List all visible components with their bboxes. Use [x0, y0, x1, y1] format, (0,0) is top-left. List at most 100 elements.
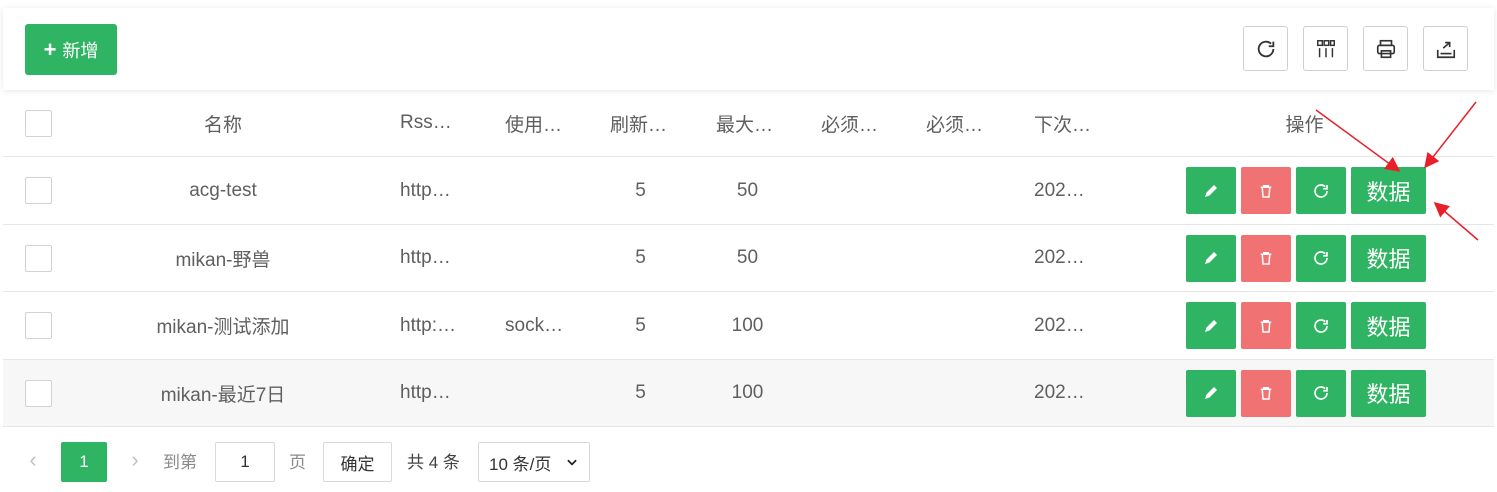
- header-use[interactable]: 使用…: [505, 90, 562, 156]
- header-refresh[interactable]: 刷新…: [610, 90, 667, 156]
- header-name[interactable]: 名称: [113, 90, 333, 156]
- pagination: ‹ 1 › 到第 1 页 确定 共 4 条 10 条/页: [3, 440, 1494, 484]
- cell-name: mikan-野兽: [175, 249, 271, 271]
- cell-max: 50: [736, 247, 759, 268]
- table-row: mikan-野兽 http… 5 50 202… 数据: [3, 225, 1494, 292]
- pencil-icon: [1205, 387, 1217, 399]
- row-select-cell: [3, 360, 63, 426]
- cell-next: 202…: [1034, 314, 1085, 336]
- pencil-icon: [1205, 252, 1217, 264]
- edit-button[interactable]: [1186, 167, 1236, 214]
- goto-page-input[interactable]: 1: [215, 442, 275, 482]
- refresh-icon: [1314, 183, 1328, 198]
- delete-button[interactable]: [1241, 302, 1291, 349]
- data-button[interactable]: 数据: [1351, 369, 1426, 417]
- edit-button[interactable]: [1186, 369, 1236, 417]
- page-unit-label: 页: [289, 452, 306, 472]
- page-size-value: 10 条/页: [489, 454, 552, 474]
- prev-page-icon[interactable]: ‹: [21, 440, 45, 480]
- cell-next: 202…: [1034, 382, 1085, 403]
- current-page-button[interactable]: 1: [61, 442, 107, 482]
- row-checkbox[interactable]: [25, 379, 52, 407]
- cell-refresh: 5: [635, 179, 646, 201]
- refresh-icon: [1314, 318, 1328, 333]
- add-button-label: 新增: [62, 40, 99, 61]
- cell-next: 202…: [1034, 179, 1085, 201]
- edit-button[interactable]: [1186, 234, 1236, 282]
- cell-name: mikan-最近7日: [160, 384, 286, 406]
- cell-rss: http…: [400, 382, 451, 403]
- table-row: mikan-最近7日 http… 5 100 202… 数据: [3, 360, 1494, 427]
- table-row: acg-test http… 5 50 202… 数据: [3, 157, 1494, 225]
- table-header: 名称 Rss… 使用… 刷新… 最大… 必须… 必须… 下次… 操作: [3, 90, 1494, 157]
- columns-button[interactable]: [1303, 26, 1348, 71]
- refresh-icon: [1257, 40, 1274, 57]
- cell-name: mikan-测试添加: [156, 317, 290, 338]
- cell-rss: http…: [400, 247, 451, 268]
- select-all-checkbox[interactable]: [25, 109, 52, 137]
- cell-max: 50: [736, 179, 759, 201]
- data-button[interactable]: 数据: [1351, 302, 1426, 349]
- header-operations: 操作: [1285, 114, 1324, 136]
- cell-max: 100: [731, 314, 764, 336]
- goto-label: 到第: [163, 452, 197, 472]
- table-row: mikan-测试添加 http:… sock… 5 100 202… 数据: [3, 292, 1494, 360]
- delete-button[interactable]: [1241, 167, 1291, 214]
- header-next[interactable]: 下次…: [1034, 90, 1091, 156]
- refresh-icon: [1314, 251, 1328, 265]
- page-size-select[interactable]: 10 条/页: [478, 442, 590, 482]
- row-checkbox[interactable]: [25, 177, 52, 204]
- pencil-icon: [1205, 184, 1217, 197]
- trash-icon: [1260, 184, 1272, 198]
- reload-button[interactable]: [1296, 369, 1346, 417]
- header-must-1[interactable]: 必须…: [821, 90, 878, 156]
- data-button[interactable]: 数据: [1351, 234, 1426, 282]
- total-count: 共 4 条: [407, 452, 460, 472]
- confirm-button[interactable]: 确定: [323, 442, 392, 482]
- row-checkbox[interactable]: [25, 312, 52, 339]
- cell-refresh: 5: [635, 247, 646, 268]
- plus-icon: +: [43, 36, 57, 62]
- row-select-cell: [3, 292, 63, 359]
- export-icon: [1436, 41, 1455, 58]
- toolbar: + 新增: [3, 8, 1494, 90]
- data-button[interactable]: 数据: [1351, 167, 1426, 214]
- print-button[interactable]: [1363, 26, 1408, 71]
- pencil-icon: [1205, 319, 1217, 332]
- edit-button[interactable]: [1186, 302, 1236, 349]
- cell-next: 202…: [1034, 247, 1085, 268]
- next-page-icon[interactable]: ›: [123, 440, 147, 480]
- columns-icon: [1316, 39, 1335, 57]
- delete-button[interactable]: [1241, 369, 1291, 417]
- chevron-down-icon: [567, 459, 577, 466]
- refresh-table-button[interactable]: [1243, 26, 1288, 71]
- row-actions: 数据: [1186, 360, 1426, 426]
- cell-use: sock…: [505, 314, 564, 336]
- header-select-cell: [3, 90, 63, 156]
- print-icon: [1376, 39, 1395, 58]
- trash-icon: [1260, 252, 1272, 265]
- row-actions: 数据: [1186, 292, 1426, 359]
- row-select-cell: [3, 157, 63, 224]
- export-button[interactable]: [1423, 26, 1468, 71]
- reload-button[interactable]: [1296, 234, 1346, 282]
- add-button[interactable]: + 新增: [25, 24, 117, 75]
- trash-icon: [1260, 387, 1272, 400]
- cell-name: acg-test: [189, 179, 257, 201]
- cell-refresh: 5: [635, 314, 646, 336]
- header-must-2[interactable]: 必须…: [926, 90, 983, 156]
- cell-max: 100: [731, 382, 764, 403]
- header-rss[interactable]: Rss…: [400, 90, 452, 156]
- reload-button[interactable]: [1296, 167, 1346, 214]
- cell-refresh: 5: [635, 382, 646, 403]
- row-select-cell: [3, 225, 63, 291]
- reload-button[interactable]: [1296, 302, 1346, 349]
- refresh-icon: [1314, 386, 1328, 400]
- header-max[interactable]: 最大…: [716, 90, 773, 156]
- trash-icon: [1260, 319, 1272, 333]
- row-actions: 数据: [1186, 157, 1426, 224]
- cell-rss: http…: [400, 179, 451, 201]
- row-actions: 数据: [1186, 225, 1426, 291]
- row-checkbox[interactable]: [25, 244, 52, 272]
- delete-button[interactable]: [1241, 234, 1291, 282]
